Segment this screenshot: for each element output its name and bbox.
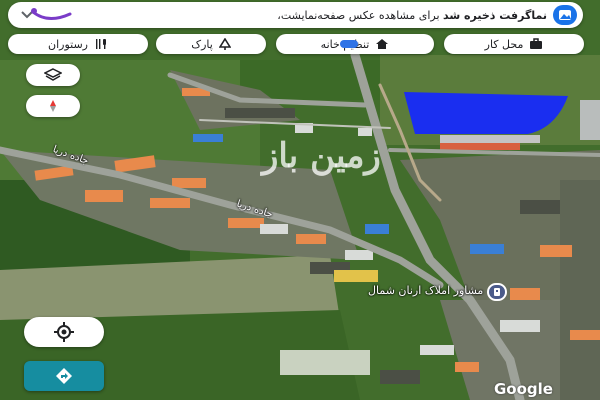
home-icon [376,39,389,49]
my-location-button[interactable] [24,317,104,347]
chip-label: محل کار [484,37,524,51]
chip-restaurant[interactable]: رستوران [8,34,148,54]
watermark-text: زمین باز [262,136,381,176]
layers-icon [44,68,62,81]
compass-icon [50,100,56,112]
notification-body: برای مشاهده عکس صفحه‌نمایشت، [277,8,440,22]
blue-marker [340,40,358,48]
directions-button[interactable] [24,361,104,391]
highlighted-parcel [404,92,568,134]
chip-park[interactable]: پارک [156,34,266,54]
briefcase-icon [530,38,543,49]
layers-button[interactable] [26,64,80,86]
notification-title: نماگرفت ذخیره شد [443,8,547,22]
screenshot-notification[interactable]: نماگرفت ذخیره شد برای مشاهده عکس صفحه‌نم… [8,2,583,28]
chip-work[interactable]: محل کار [444,34,584,54]
directions-icon [56,368,72,384]
gallery-icon[interactable] [553,5,577,25]
swoosh-icon [31,8,72,20]
tree-icon [218,38,231,50]
my-location-icon [54,322,74,342]
google-attribution: Google [494,380,553,398]
notification-text: نماگرفت ذخیره شد برای مشاهده عکس صفحه‌نم… [40,9,553,22]
chip-label: پارک [191,37,213,51]
place-pin-icon[interactable] [487,283,507,301]
restaurant-icon [96,39,106,49]
place-label[interactable]: مشاور املاک ارنان شمال [368,284,483,297]
compass-button[interactable] [26,95,80,117]
chip-label: رستوران [48,37,88,51]
chip-home[interactable]: تنظیم خانه [276,34,434,54]
